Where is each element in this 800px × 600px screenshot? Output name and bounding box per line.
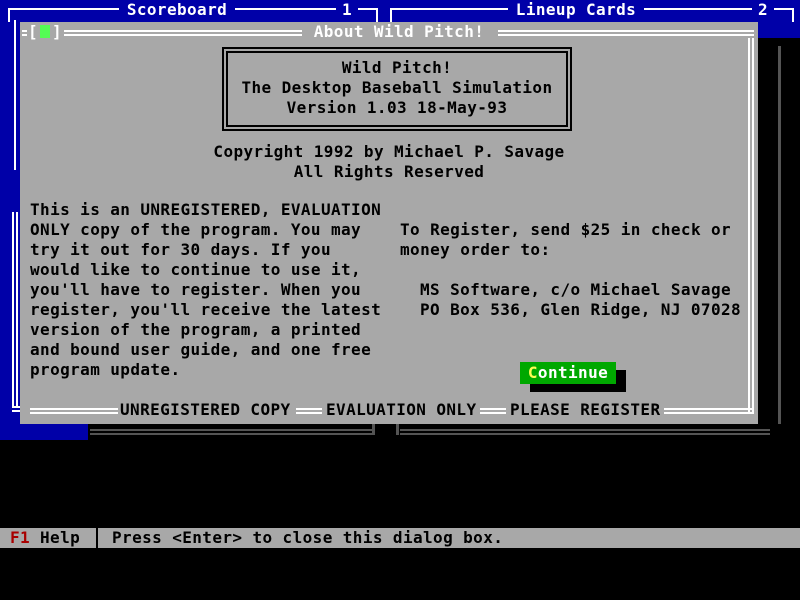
shadowed-window-border (372, 424, 375, 435)
status-bar: F1 Help Press <Enter> to close this dial… (0, 528, 800, 548)
frame-line (498, 30, 754, 36)
body-line: and bound user guide, and one free (30, 340, 381, 360)
window-border-fragment (14, 20, 16, 170)
register-line: To Register, send $25 in check or (400, 220, 731, 240)
frame-line (400, 8, 508, 10)
f1-help-label[interactable]: Help (40, 528, 80, 548)
frame-line (664, 408, 754, 414)
version-box: Wild Pitch! The Desktop Baseball Simulat… (222, 47, 572, 131)
close-icon (40, 25, 50, 38)
frame-corner (784, 8, 794, 22)
frame-line (644, 8, 752, 10)
register-address: MS Software, c/o Michael Savage PO Box 5… (420, 280, 741, 320)
product-name: Wild Pitch! (228, 58, 566, 78)
body-line: ONLY copy of the program. You may (30, 220, 381, 240)
body-line: register, you'll receive the latest (30, 300, 381, 320)
register-line: money order to: (400, 240, 731, 260)
f1-help-key[interactable]: F1 (10, 528, 30, 548)
status-message: Press <Enter> to close this dialog box. (112, 528, 503, 548)
frame-corner (8, 8, 18, 22)
evaluation-text: This is an UNREGISTERED, EVALUATION ONLY… (30, 200, 381, 380)
frame-line (235, 8, 336, 10)
dialog-shadow-right (758, 38, 800, 440)
close-button[interactable]: [] (28, 22, 62, 42)
frame-line (18, 8, 119, 10)
product-tagline: The Desktop Baseball Simulation (228, 78, 566, 98)
about-dialog: [] About Wild Pitch! Wild Pitch! The Des… (20, 22, 758, 424)
window-number: 1 (336, 0, 358, 20)
frame-line (30, 408, 118, 414)
footer-unregistered: UNREGISTERED COPY (120, 400, 291, 420)
version-box-inner: Wild Pitch! The Desktop Baseball Simulat… (226, 51, 568, 127)
desktop: Scoreboard 1 Lineup Cards 2 (0, 0, 800, 440)
register-instructions: To Register, send $25 in check or money … (400, 220, 731, 260)
frame-corner (390, 8, 400, 22)
address-line: MS Software, c/o Michael Savage (420, 280, 741, 300)
dos-screen: UNREGISTERED Wild Pitch! 1.03 Baseball S… (0, 0, 800, 600)
footer-register: PLEASE REGISTER (510, 400, 661, 420)
window-title: Lineup Cards (508, 0, 644, 20)
dialog-title: About Wild Pitch! (302, 22, 496, 42)
continue-button[interactable]: Continue (520, 362, 616, 384)
rights-line: All Rights Reserved (20, 162, 758, 182)
window-number: 2 (752, 0, 774, 20)
window-title: Scoreboard (119, 0, 235, 20)
body-line: This is an UNREGISTERED, EVALUATION (30, 200, 381, 220)
shadowed-window-border (778, 46, 781, 424)
shadowed-window-border (90, 429, 372, 435)
frame-line (358, 8, 368, 10)
frame-line (22, 30, 27, 36)
window-border-fragment (12, 212, 18, 408)
shadowed-window-border (396, 424, 399, 435)
window-lineup-cards-titlebar[interactable]: Lineup Cards 2 (390, 0, 794, 20)
product-version: Version 1.03 18-May-93 (228, 98, 566, 118)
status-divider (96, 528, 98, 548)
frame-line (480, 408, 506, 414)
body-line: you'll have to register. When you (30, 280, 381, 300)
body-line: try it out for 30 days. If you (30, 240, 381, 260)
copyright-line: Copyright 1992 by Michael P. Savage (20, 142, 758, 162)
dialog-shadow-bottom (88, 424, 776, 440)
body-line: program update. (30, 360, 381, 380)
frame-line (748, 38, 754, 412)
frame-line (296, 408, 322, 414)
frame-corner (368, 8, 378, 22)
window-scoreboard-titlebar[interactable]: Scoreboard 1 (8, 0, 378, 20)
address-line: PO Box 536, Glen Ridge, NJ 07028 (420, 300, 741, 320)
body-line: would like to continue to use it, (30, 260, 381, 280)
body-line: version of the program, a printed (30, 320, 381, 340)
footer-evaluation: EVALUATION ONLY (326, 400, 477, 420)
frame-line (64, 30, 302, 36)
shadowed-window-border (400, 429, 770, 435)
frame-line (774, 8, 784, 10)
